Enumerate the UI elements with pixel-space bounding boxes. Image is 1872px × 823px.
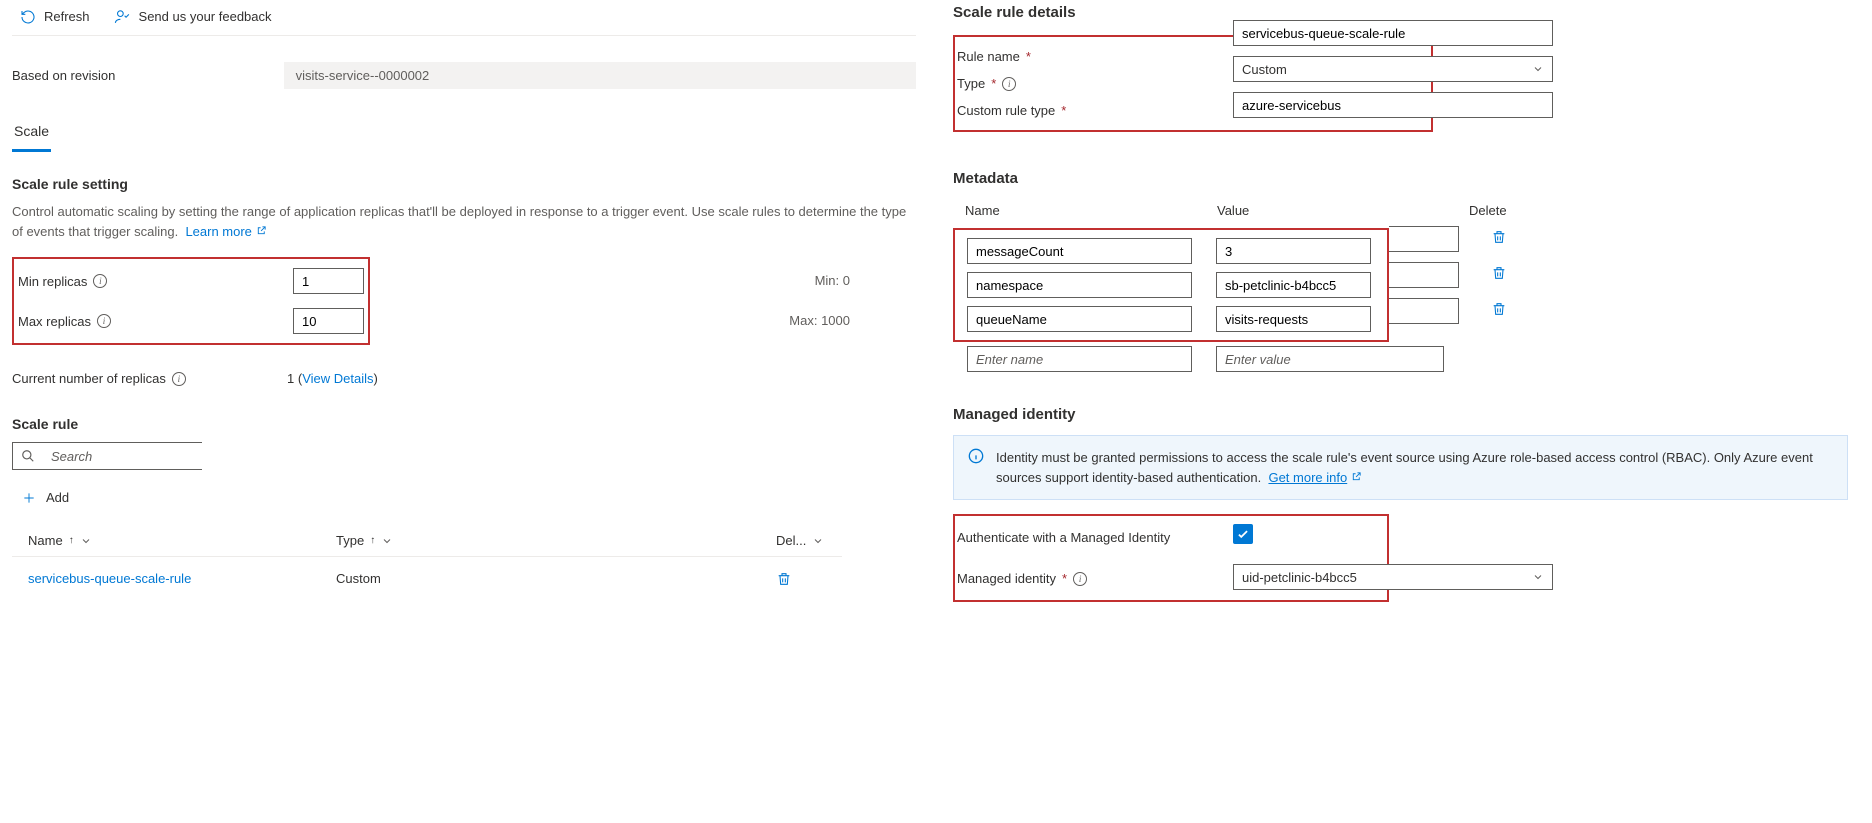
meta-value-ext[interactable] <box>1389 298 1459 324</box>
info-icon[interactable]: i <box>97 314 111 328</box>
feedback-button[interactable]: Send us your feedback <box>114 8 272 25</box>
custom-type-label: Custom rule type <box>957 103 1055 118</box>
delete-meta-button[interactable] <box>1491 229 1507 245</box>
refresh-icon <box>20 9 36 25</box>
external-link-icon <box>256 224 267 239</box>
max-replicas-label: Max replicas <box>18 314 91 329</box>
current-replicas-label: Current number of replicas <box>12 371 166 386</box>
view-details-link[interactable]: View Details <box>302 371 373 386</box>
sort-up-icon: ↑ <box>69 535 74 546</box>
max-suffix: Max: 1000 <box>789 313 850 328</box>
table-row[interactable]: servicebus-queue-scale-rule Custom <box>12 557 842 601</box>
meta-name-input[interactable] <box>967 272 1192 298</box>
sort-up-icon: ↑ <box>370 535 375 546</box>
meta-name-input[interactable] <box>967 238 1192 264</box>
col-name[interactable]: Name ↑ <box>28 533 336 548</box>
revision-value: visits-service--0000002 <box>284 62 916 89</box>
meta-value-ext[interactable] <box>1389 226 1459 252</box>
delete-meta-button[interactable] <box>1491 265 1507 281</box>
scale-rule-heading: Scale rule <box>12 416 916 432</box>
meta-col-value: Value <box>1217 203 1469 218</box>
info-icon[interactable]: i <box>1002 77 1016 91</box>
meta-row <box>955 302 1387 336</box>
current-replicas-value: 1 (View Details) <box>287 371 378 386</box>
rule-type-cell: Custom <box>336 571 776 587</box>
auth-mi-label: Authenticate with a Managed Identity <box>957 530 1170 545</box>
max-replicas-input[interactable] <box>293 308 364 334</box>
meta-col-delete: Delete <box>1469 203 1836 218</box>
min-replicas-input[interactable] <box>293 268 364 294</box>
more-info-link[interactable]: Get more info <box>1268 470 1347 485</box>
info-icon <box>968 448 984 487</box>
meta-col-name: Name <box>965 203 1217 218</box>
refresh-label: Refresh <box>44 9 90 24</box>
revision-label: Based on revision <box>12 68 284 83</box>
chevron-down-icon <box>381 535 393 547</box>
identity-heading: Managed identity <box>953 406 1848 423</box>
external-link-icon <box>1351 470 1362 485</box>
meta-value-new[interactable] <box>1216 346 1444 372</box>
feedback-label: Send us your feedback <box>139 9 272 24</box>
min-replicas-label: Min replicas <box>18 274 87 289</box>
rule-name-link[interactable]: servicebus-queue-scale-rule <box>28 571 336 587</box>
details-heading: Scale rule details <box>953 4 1848 21</box>
info-icon[interactable]: i <box>93 274 107 288</box>
mi-value: uid-petclinic-b4bcc5 <box>1242 570 1357 585</box>
delete-meta-button[interactable] <box>1491 301 1507 317</box>
feedback-icon <box>114 8 131 25</box>
rule-name-label: Rule name <box>957 49 1020 64</box>
mi-select[interactable]: uid-petclinic-b4bcc5 <box>1233 564 1553 590</box>
meta-row-new <box>953 342 1848 376</box>
delete-rule-button[interactable] <box>776 571 826 587</box>
rule-name-input[interactable] <box>1233 20 1553 46</box>
auth-mi-checkbox[interactable] <box>1233 524 1253 544</box>
learn-more-link[interactable]: Learn more <box>185 224 266 239</box>
metadata-heading: Metadata <box>953 170 1848 187</box>
rule-type-label: Type <box>957 76 985 91</box>
meta-row <box>955 268 1387 302</box>
add-label: Add <box>46 490 69 505</box>
chevron-down-icon <box>1532 63 1544 75</box>
refresh-button[interactable]: Refresh <box>20 8 90 25</box>
meta-row <box>955 234 1387 268</box>
meta-name-new[interactable] <box>967 346 1192 372</box>
identity-info-banner: Identity must be granted permissions to … <box>953 435 1848 500</box>
chevron-down-icon <box>1532 571 1544 583</box>
plus-icon <box>22 491 36 505</box>
info-icon[interactable]: i <box>172 372 186 386</box>
custom-type-input[interactable] <box>1233 92 1553 118</box>
tab-scale[interactable]: Scale <box>12 117 51 152</box>
add-button[interactable]: Add <box>12 490 916 505</box>
meta-value-ext[interactable] <box>1389 262 1459 288</box>
search-icon <box>21 449 35 463</box>
chevron-down-icon <box>812 535 824 547</box>
col-type[interactable]: Type ↑ <box>336 533 776 548</box>
chevron-down-icon <box>80 535 92 547</box>
mi-label: Managed identity <box>957 571 1056 586</box>
rule-type-select[interactable]: Custom <box>1233 56 1553 82</box>
scale-setting-desc: Control automatic scaling by setting the… <box>12 202 916 241</box>
info-icon[interactable]: i <box>1073 572 1087 586</box>
meta-name-input[interactable] <box>967 306 1192 332</box>
meta-value-input[interactable] <box>1216 272 1371 298</box>
search-input-wrapper[interactable] <box>12 442 202 470</box>
scale-setting-heading: Scale rule setting <box>12 176 916 192</box>
meta-value-input[interactable] <box>1216 306 1371 332</box>
rule-type-value: Custom <box>1242 62 1287 77</box>
col-delete[interactable]: Del... <box>776 533 826 548</box>
meta-value-input[interactable] <box>1216 238 1371 264</box>
search-input[interactable] <box>43 443 235 469</box>
min-suffix: Min: 0 <box>815 273 850 288</box>
